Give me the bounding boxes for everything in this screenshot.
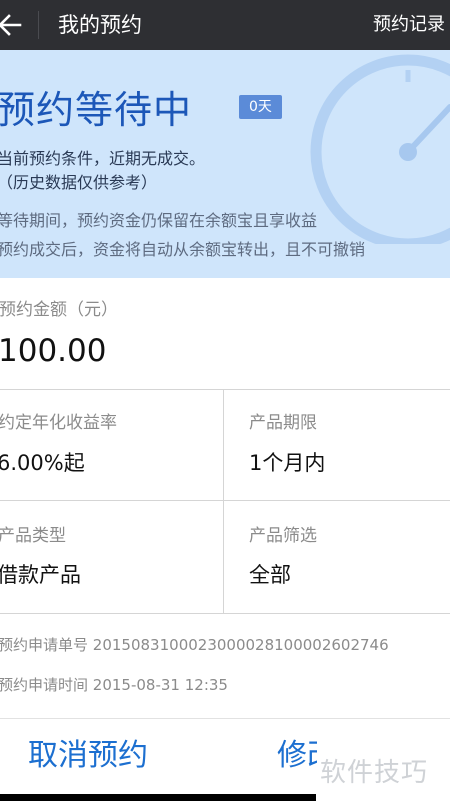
amount-value: 100.00 <box>0 333 107 369</box>
cancel-reservation-button[interactable]: 取消预约 <box>28 736 148 776</box>
status-banner: 预约等待中 0天 当前预约条件，近期无成交。 （历史数据仅供参考） 等待期间，预… <box>0 50 450 278</box>
term-value: 1个月内 <box>249 451 326 475</box>
amount-label: 预约金额（元） <box>0 300 118 320</box>
header-divider <box>38 11 39 39</box>
order-number-row: 预约申请单号 2015083100023000028100002602746 <box>0 635 389 655</box>
divider <box>223 389 224 613</box>
screen-bottom-edge <box>0 794 316 801</box>
top-navigation-bar: 我的预约 预约记录 <box>0 0 450 50</box>
product-type-label: 产品类型 <box>0 526 66 546</box>
term-label: 产品期限 <box>249 413 317 433</box>
yield-value: 6.00%起 <box>0 451 85 475</box>
order-number-value: 2015083100023000028100002602746 <box>92 636 389 654</box>
product-filter-value: 全部 <box>249 563 291 587</box>
divider <box>0 389 450 390</box>
divider <box>0 613 450 614</box>
product-filter-label: 产品筛选 <box>249 526 317 546</box>
arrow-left-icon[interactable] <box>0 8 26 42</box>
transaction-note: 预约成交后，资金将自动从余额宝转出，且不可撤销 <box>0 240 366 259</box>
yield-label: 约定年化收益率 <box>0 413 117 433</box>
waiting-days-badge: 0天 <box>239 95 282 119</box>
status-title: 预约等待中 <box>0 88 193 132</box>
order-time-row: 预约申请时间 2015-08-31 12:35 <box>0 675 228 695</box>
order-time-value: 2015-08-31 12:35 <box>92 676 228 694</box>
history-note: （历史数据仅供参考） <box>0 173 158 192</box>
watermark-text: 软件技巧 <box>320 758 429 788</box>
modify-reservation-button[interactable]: 修改预约 <box>277 736 317 776</box>
waiting-note: 等待期间，预约资金仍保留在余额宝且享收益 <box>0 211 318 230</box>
order-number-label: 预约申请单号 <box>0 636 89 654</box>
order-time-label: 预约申请时间 <box>0 676 89 694</box>
reservation-records-link[interactable]: 预约记录 <box>373 12 445 38</box>
condition-text: 当前预约条件，近期无成交。 <box>0 149 206 168</box>
divider <box>0 500 450 501</box>
product-type-value: 借款产品 <box>0 563 81 587</box>
clock-icon <box>310 54 450 244</box>
page-title: 我的预约 <box>58 13 142 37</box>
action-bar: 取消预约 修改预约 软件技巧 <box>0 718 450 802</box>
